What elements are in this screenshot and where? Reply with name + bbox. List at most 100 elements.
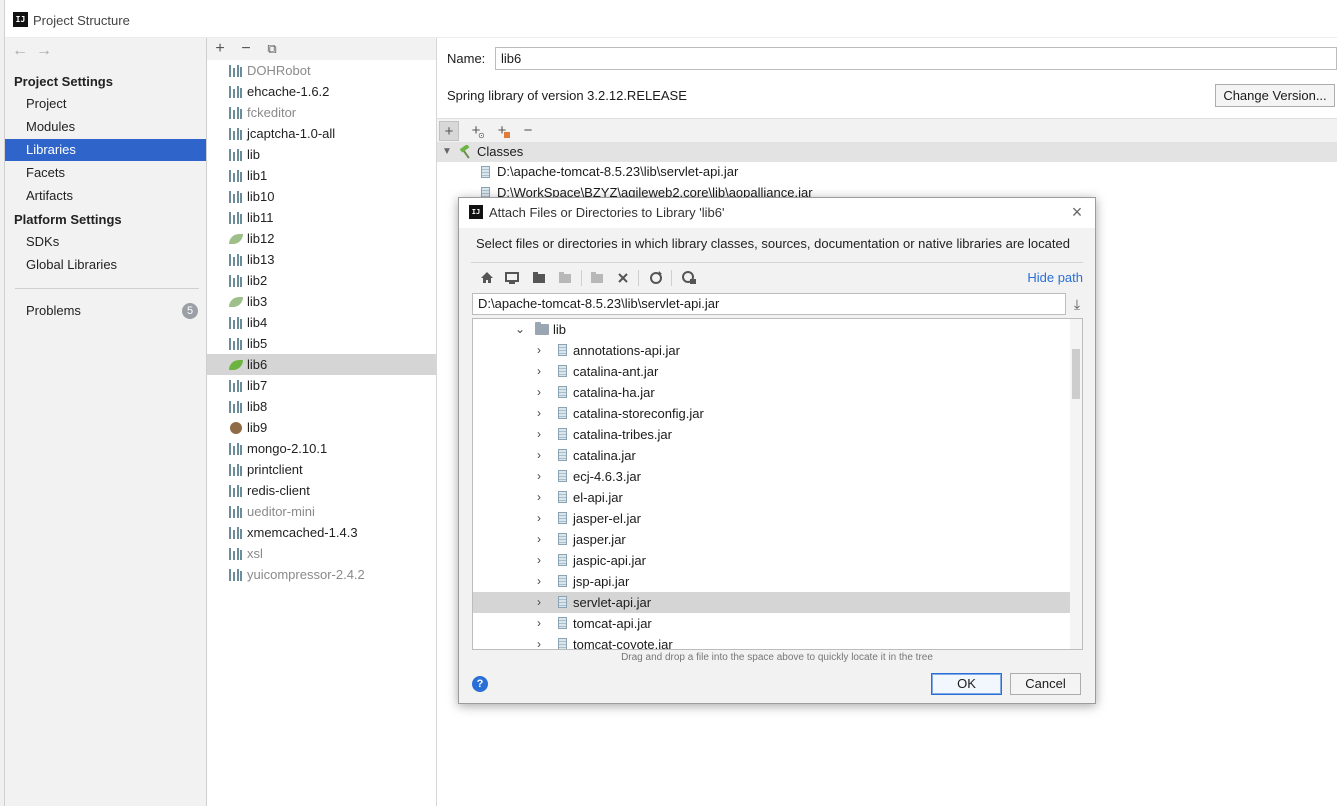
library-list-item[interactable]: fckeditor [207, 102, 436, 123]
tree-file-item[interactable]: › tomcat-coyote.jar [473, 634, 1070, 649]
chevron-right-icon[interactable]: › [533, 550, 545, 571]
sidebar-item-modules[interactable]: Modules [5, 116, 206, 138]
library-list-item[interactable]: lib10 [207, 186, 436, 207]
library-list-item[interactable]: lib4 [207, 312, 436, 333]
close-icon[interactable]: × [1067, 201, 1087, 223]
tree-file-item[interactable]: › jaspic-api.jar [473, 550, 1070, 571]
home-icon[interactable] [477, 268, 497, 288]
desktop-icon[interactable] [502, 268, 522, 288]
tree-file-item[interactable]: › el-api.jar [473, 487, 1070, 508]
chevron-right-icon[interactable]: › [533, 592, 545, 613]
remove-library-button[interactable]: − [237, 39, 255, 59]
chevron-right-icon[interactable]: › [533, 508, 545, 529]
toolbar-divider [671, 270, 672, 286]
sidebar-item-problems[interactable]: Problems 5 [5, 300, 206, 322]
library-list-item[interactable]: lib12 [207, 228, 436, 249]
cancel-button[interactable]: Cancel [1010, 673, 1081, 695]
library-list-item[interactable]: xmemcached-1.4.3 [207, 522, 436, 543]
library-list-item[interactable]: printclient [207, 459, 436, 480]
delete-icon[interactable] [613, 268, 633, 288]
chevron-right-icon[interactable]: › [533, 403, 545, 424]
tree-file-item[interactable]: › jsp-api.jar [473, 571, 1070, 592]
library-list-item[interactable]: mongo-2.10.1 [207, 438, 436, 459]
chevron-right-icon[interactable]: › [533, 466, 545, 487]
tree-file-item[interactable]: › jasper.jar [473, 529, 1070, 550]
tree-file-item[interactable]: › catalina-ha.jar [473, 382, 1070, 403]
class-entry[interactable]: D:\apache-tomcat-8.5.23\lib\servlet-api.… [481, 162, 738, 182]
classes-node[interactable]: ▼ Classes [437, 142, 1337, 162]
tree-file-item[interactable]: › ecj-4.6.3.jar [473, 466, 1070, 487]
library-name-input[interactable]: lib6 [495, 47, 1337, 70]
library-name: xsl [247, 546, 263, 561]
library-list-item[interactable]: redis-client [207, 480, 436, 501]
scrollbar-thumb[interactable] [1072, 349, 1080, 399]
add-jar-button[interactable]: + [492, 121, 512, 141]
library-list-item[interactable]: yuicompressor-2.4.2 [207, 564, 436, 585]
tree-file-item[interactable]: › servlet-api.jar [473, 592, 1070, 613]
refresh-icon[interactable] [646, 268, 666, 288]
library-list-item[interactable]: lib7 [207, 375, 436, 396]
path-input[interactable]: D:\apache-tomcat-8.5.23\lib\servlet-api.… [472, 293, 1066, 315]
tree-folder-lib[interactable]: ⌄ lib [473, 319, 1070, 340]
help-icon[interactable]: ? [472, 676, 488, 692]
sidebar-item-facets[interactable]: Facets [5, 162, 206, 184]
tree-file-item[interactable]: › catalina-tribes.jar [473, 424, 1070, 445]
tree-scrollbar[interactable] [1070, 319, 1082, 649]
library-list-item[interactable]: lib13 [207, 249, 436, 270]
project-folder-icon[interactable] [529, 268, 549, 288]
chevron-right-icon[interactable]: › [533, 445, 545, 466]
chevron-right-icon[interactable]: › [533, 613, 545, 634]
library-list-item[interactable]: lib [207, 144, 436, 165]
library-list-item[interactable]: lib11 [207, 207, 436, 228]
file-tree[interactable]: ⌄ lib › annotations-api.jar › catalina-ant.… [472, 318, 1083, 650]
sidebar-item-libraries[interactable]: Libraries [5, 139, 206, 161]
library-list-item[interactable]: lib9 [207, 417, 436, 438]
change-version-button[interactable]: Change Version... [1215, 84, 1335, 107]
tree-file-item[interactable]: › tomcat-api.jar [473, 613, 1070, 634]
chevron-right-icon[interactable]: › [533, 382, 545, 403]
remove-root-button[interactable]: − [518, 121, 538, 141]
copy-library-button[interactable]: ⧉ [263, 39, 281, 59]
chevron-down-icon[interactable]: ⌄ [514, 319, 526, 340]
chevron-right-icon[interactable]: › [533, 361, 545, 382]
tree-file-item[interactable]: › catalina-ant.jar [473, 361, 1070, 382]
chevron-right-icon[interactable]: › [533, 529, 545, 550]
library-list-item[interactable]: lib1 [207, 165, 436, 186]
hide-path-link[interactable]: Hide path [1027, 270, 1083, 285]
chevron-right-icon[interactable]: › [533, 424, 545, 445]
tree-file-item[interactable]: › annotations-api.jar [473, 340, 1070, 361]
library-list-item[interactable]: lib5 [207, 333, 436, 354]
chevron-right-icon[interactable]: › [533, 487, 545, 508]
forward-arrow-icon[interactable]: → [36, 42, 60, 59]
library-list-item[interactable]: ehcache-1.6.2 [207, 81, 436, 102]
library-list-item[interactable]: jcaptcha-1.0-all [207, 123, 436, 144]
chevron-right-icon[interactable]: › [533, 571, 545, 592]
library-list-item[interactable]: DOHRobot [207, 60, 436, 81]
chevron-right-icon[interactable]: › [533, 634, 545, 649]
module-folder-icon[interactable] [555, 268, 575, 288]
add-library-button[interactable]: + [211, 39, 229, 59]
tree-file-item[interactable]: › catalina.jar [473, 445, 1070, 466]
sidebar-item-project[interactable]: Project [5, 93, 206, 115]
sidebar-item-artifacts[interactable]: Artifacts [5, 185, 206, 207]
tree-file-item[interactable]: › jasper-el.jar [473, 508, 1070, 529]
library-list-item[interactable]: lib3 [207, 291, 436, 312]
library-list-item[interactable]: lib2 [207, 270, 436, 291]
sidebar-item-global-libraries[interactable]: Global Libraries [5, 254, 206, 276]
new-folder-icon[interactable] [587, 268, 607, 288]
add-classes-button[interactable]: + ⊙ [466, 121, 486, 141]
library-list-item[interactable]: lib6 [207, 354, 436, 375]
library-bars-icon [229, 191, 243, 203]
add-root-button[interactable]: + [439, 121, 459, 141]
chevron-right-icon[interactable]: › [533, 340, 545, 361]
download-icon[interactable]: ⤓ [1069, 294, 1085, 314]
library-list-item[interactable]: lib8 [207, 396, 436, 417]
back-arrow-icon[interactable]: ← [12, 42, 36, 59]
show-hidden-files-icon[interactable] [679, 268, 699, 288]
library-list-item[interactable]: ueditor-mini [207, 501, 436, 522]
chevron-down-icon[interactable]: ▼ [442, 142, 452, 162]
library-list-item[interactable]: xsl [207, 543, 436, 564]
sidebar-item-sdks[interactable]: SDKs [5, 231, 206, 253]
tree-file-item[interactable]: › catalina-storeconfig.jar [473, 403, 1070, 424]
ok-button[interactable]: OK [931, 673, 1002, 695]
